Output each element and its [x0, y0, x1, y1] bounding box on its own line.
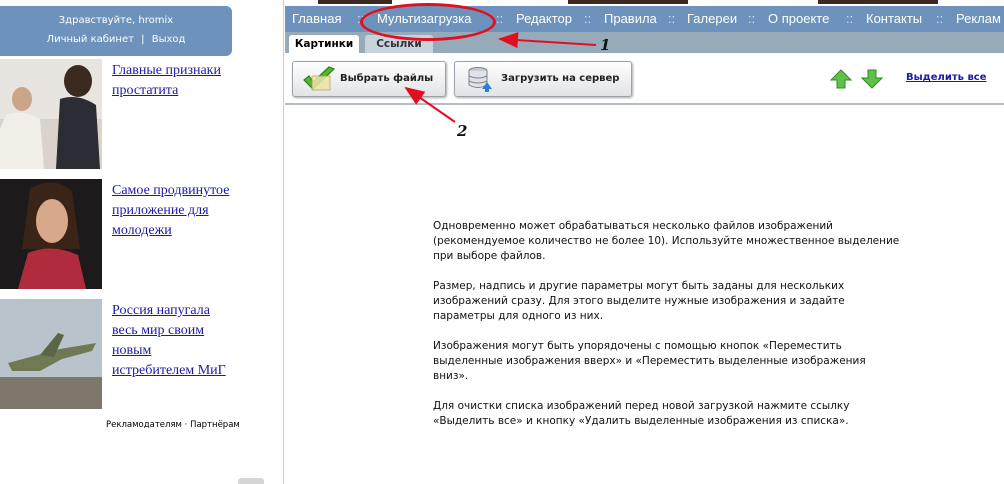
news-title[interactable]: Россия напугала весь мир своим новым ист… — [112, 301, 232, 381]
annotation-label-2: 2 — [457, 122, 468, 140]
move-up-icon[interactable] — [830, 69, 852, 89]
move-down-icon[interactable] — [861, 69, 883, 89]
news-title[interactable]: Главные признаки простатита — [112, 61, 232, 101]
nav-separator: :: — [936, 11, 944, 26]
cabinet-link[interactable]: Личный кабинет — [47, 34, 134, 45]
nav-item-about[interactable]: О проекте — [768, 11, 829, 26]
banner-strip-3 — [818, 0, 938, 4]
instruction-paragraph: Размер, надпись и другие параметры могут… — [433, 280, 845, 322]
tab-pictures[interactable]: Картинки — [289, 35, 359, 53]
greeting: Здравствуйте, hromix — [58, 15, 174, 26]
news-thumbnail[interactable] — [0, 59, 102, 169]
link-separator: | — [141, 34, 145, 45]
logout-link[interactable]: Выход — [152, 34, 186, 45]
nav-item-rules[interactable]: Правила — [604, 11, 657, 26]
nav-item-ads[interactable]: Реклам — [956, 11, 1001, 26]
left-sidebar: Здравствуйте, hromix Личный кабинет | Вы… — [0, 0, 284, 484]
instruction-paragraph: Одновременно может обрабатываться нескол… — [433, 220, 900, 262]
news-thumbnail[interactable] — [0, 179, 102, 289]
footer-links: Рекламодателям · Партнёрам — [106, 420, 240, 430]
news-item[interactable]: Главные признаки простатита — [0, 59, 283, 169]
nav-separator: :: — [668, 11, 676, 26]
nav-separator: :: — [846, 11, 854, 26]
upload-toolbar: Выбрать файлы Загрузить на сервер Выдели… — [285, 53, 1004, 105]
upload-to-server-button[interactable]: Загрузить на сервер — [454, 61, 632, 97]
scroll-corner — [238, 478, 264, 484]
annotation-label-1: 1 — [600, 36, 611, 54]
upload-instructions: Одновременно может обрабатываться нескол… — [433, 219, 903, 444]
news-thumbnail[interactable] — [0, 299, 102, 409]
select-files-button[interactable]: Выбрать файлы — [292, 61, 446, 97]
nav-item-home[interactable]: Главная — [292, 11, 341, 26]
partners-link[interactable]: Партнёрам — [190, 420, 240, 430]
upload-to-server-label: Загрузить на сервер — [501, 73, 620, 84]
nav-item-contacts[interactable]: Контакты — [866, 11, 922, 26]
nav-separator: :: — [584, 11, 592, 26]
select-files-label: Выбрать файлы — [340, 73, 434, 84]
banner-strip-1 — [318, 0, 392, 4]
nav-separator: :: — [748, 11, 756, 26]
nav-separator: :: — [496, 11, 504, 26]
nav-item-editor[interactable]: Редактор — [516, 11, 572, 26]
instruction-paragraph: Изображения могут быть упорядочены с пом… — [433, 340, 866, 382]
news-title[interactable]: Самое продвинутое приложение для молодеж… — [112, 181, 232, 241]
news-item[interactable]: Россия напугала весь мир своим новым ист… — [0, 299, 283, 409]
advertisers-link[interactable]: Рекламодателям — [106, 420, 182, 430]
ad-separator: · — [184, 420, 188, 430]
select-all-link[interactable]: Выделить все — [906, 72, 987, 83]
instruction-paragraph: Для очистки списка изображений перед нов… — [433, 400, 850, 427]
checkmark-icon — [303, 66, 336, 91]
user-panel: Здравствуйте, hromix Личный кабинет | Вы… — [0, 6, 232, 56]
banner-strip-2 — [568, 0, 688, 4]
nav-item-galleries[interactable]: Галереи — [687, 11, 737, 26]
database-upload-icon — [468, 67, 492, 92]
user-links: Личный кабинет | Выход — [0, 34, 232, 45]
highlight-ellipse — [360, 3, 496, 41]
news-item[interactable]: Самое продвинутое приложение для молодеж… — [0, 179, 283, 289]
